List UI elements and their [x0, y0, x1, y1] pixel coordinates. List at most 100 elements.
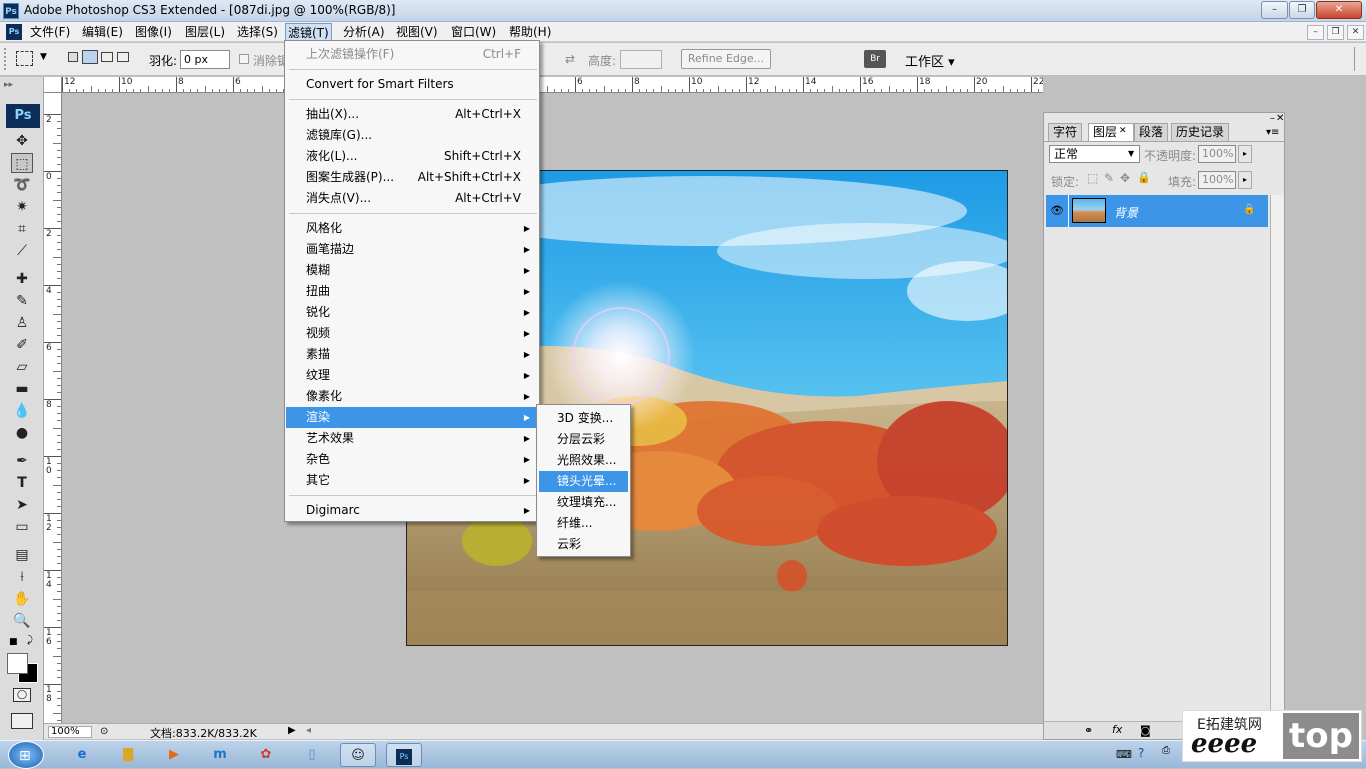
- panel-minimize-icon[interactable]: –: [1270, 113, 1275, 124]
- keyboard-tray-icon[interactable]: ⌨: [1116, 748, 1132, 761]
- swap-colors-icon[interactable]: ⤸: [27, 635, 33, 646]
- render-submenu-item[interactable]: 光照效果...: [539, 450, 628, 471]
- clone-stamp-tool-icon[interactable]: ♙: [11, 313, 33, 333]
- minimize-button[interactable]: –: [1261, 1, 1288, 19]
- users-icon[interactable]: ☺: [340, 743, 376, 767]
- options-grip[interactable]: [4, 48, 8, 70]
- menu-filter[interactable]: 滤镜(T): [285, 23, 332, 41]
- doc-restore-button[interactable]: ❐: [1327, 25, 1344, 40]
- scroll-left-icon[interactable]: ◂: [306, 725, 311, 736]
- filter-menu-item[interactable]: 风格化 ▶: [286, 218, 538, 239]
- history-brush-tool-icon[interactable]: ✐: [11, 335, 33, 355]
- subtract-selection-icon[interactable]: [101, 52, 113, 62]
- panel-menu-icon[interactable]: ▾≡: [1266, 127, 1279, 138]
- render-submenu-item[interactable]: 云彩: [539, 534, 628, 555]
- type-tool-icon[interactable]: T: [11, 473, 33, 493]
- quick-mask-icon[interactable]: ◯: [13, 688, 31, 702]
- menu-view[interactable]: 视图(V): [394, 23, 440, 41]
- refine-edge-button[interactable]: Refine Edge...: [681, 49, 771, 69]
- render-submenu-item[interactable]: 纹理填充...: [539, 492, 628, 513]
- blend-mode-chevron-down-icon[interactable]: ▼: [1128, 149, 1134, 158]
- marquee-tool-icon[interactable]: ⬚: [11, 153, 33, 173]
- opacity-chevron-icon[interactable]: ▸: [1238, 145, 1252, 163]
- eyedropper-tool-icon[interactable]: ⟊: [11, 567, 33, 587]
- menu-image[interactable]: 图像(I): [133, 23, 174, 41]
- filter-menu-item[interactable]: 杂色 ▶: [286, 449, 538, 470]
- lasso-tool-icon[interactable]: ➰: [11, 175, 33, 195]
- menu-analysis[interactable]: 分析(A): [341, 23, 387, 41]
- filter-menu-item[interactable]: 艺术效果 ▶: [286, 428, 538, 449]
- layer-name[interactable]: 背景: [1114, 204, 1138, 221]
- shape-tool-icon[interactable]: ▭: [11, 517, 33, 537]
- slice-tool-icon[interactable]: ⟋: [11, 241, 33, 261]
- brush-tool-icon[interactable]: ✎: [11, 291, 33, 311]
- filter-menu-item[interactable]: 画笔描边 ▶: [286, 239, 538, 260]
- default-colors-icon[interactable]: ■: [9, 637, 18, 647]
- layers-scrollbar[interactable]: [1270, 195, 1284, 723]
- render-submenu-item[interactable]: 3D 变换...: [539, 408, 628, 429]
- path-selection-tool-icon[interactable]: ➤: [11, 495, 33, 515]
- media-player-icon[interactable]: ▶: [156, 743, 192, 767]
- tab-layers[interactable]: 图层: [1088, 123, 1135, 141]
- filter-menu-item[interactable]: 锐化 ▶: [286, 302, 538, 323]
- toolbox-collapse-icon[interactable]: ▸▸: [4, 80, 13, 90]
- filter-menu-item[interactable]: 液化(L)... Shift+Ctrl+X: [286, 146, 538, 167]
- filter-menu-item[interactable]: Convert for Smart Filters: [286, 74, 538, 95]
- filter-menu-item[interactable]: 素描 ▶: [286, 344, 538, 365]
- notes-tool-icon[interactable]: ▤: [11, 545, 33, 565]
- zoom-tool-icon[interactable]: 🔍: [11, 611, 33, 631]
- intersect-selection-icon[interactable]: [117, 52, 129, 62]
- feather-input[interactable]: 0 px: [180, 50, 230, 69]
- gradient-tool-icon[interactable]: ▬: [11, 379, 33, 399]
- menu-help[interactable]: 帮助(H): [507, 23, 553, 41]
- blend-mode-select[interactable]: 正常: [1049, 145, 1140, 163]
- tab-history[interactable]: 历史记录: [1171, 123, 1230, 141]
- tab-character[interactable]: 字符: [1048, 123, 1083, 141]
- layer-style-icon[interactable]: fx: [1112, 723, 1122, 736]
- ruler-left[interactable]: 2 0 2 4 6 8 1 0 1 2 1 4 1 6 1 8: [44, 93, 62, 723]
- menu-edit[interactable]: 编辑(E): [80, 23, 125, 41]
- lock-transparent-icon[interactable]: ⬚: [1087, 171, 1098, 185]
- explorer-icon[interactable]: ▇: [110, 743, 146, 767]
- antialias-checkbox[interactable]: [239, 54, 249, 64]
- status-options-icon[interactable]: ⊙: [100, 726, 108, 737]
- opacity-input[interactable]: 100%: [1198, 145, 1236, 163]
- new-selection-icon[interactable]: [68, 52, 78, 62]
- add-selection-icon[interactable]: [82, 50, 98, 64]
- tab-layers-close-icon[interactable]: ✕: [1119, 126, 1127, 136]
- menu-layer[interactable]: 图层(L): [183, 23, 227, 41]
- filter-menu-item[interactable]: 滤镜库(G)...: [286, 125, 538, 146]
- render-submenu-item[interactable]: 纤维...: [539, 513, 628, 534]
- panel-close-icon[interactable]: ✕: [1276, 113, 1284, 124]
- lock-image-icon[interactable]: ✎: [1104, 171, 1114, 185]
- render-submenu-item[interactable]: 分层云彩: [539, 429, 628, 450]
- picasa-icon[interactable]: ✿: [248, 743, 284, 767]
- filter-menu-item[interactable]: 扭曲 ▶: [286, 281, 538, 302]
- filter-menu-item[interactable]: 消失点(V)... Alt+Ctrl+V: [286, 188, 538, 209]
- notepad-icon[interactable]: ▯: [294, 743, 330, 767]
- help-tray-icon[interactable]: ?: [1138, 746, 1144, 760]
- menu-file[interactable]: 文件(F): [28, 23, 72, 41]
- blur-tool-icon[interactable]: 💧: [11, 401, 33, 421]
- screen-mode-icon[interactable]: [11, 713, 33, 729]
- dodge-tool-icon[interactable]: ●: [11, 423, 33, 443]
- restore-button[interactable]: ❐: [1289, 1, 1315, 19]
- filter-menu-item[interactable]: 像素化 ▶: [286, 386, 538, 407]
- filter-menu-item[interactable]: 纹理 ▶: [286, 365, 538, 386]
- swap-icon[interactable]: ⇄: [565, 52, 575, 66]
- filter-menu-item[interactable]: 视频 ▶: [286, 323, 538, 344]
- layer-visibility-eye-icon[interactable]: 👁: [1050, 204, 1064, 217]
- eraser-tool-icon[interactable]: ▱: [11, 357, 33, 377]
- ruler-origin[interactable]: [44, 77, 62, 93]
- magic-wand-tool-icon[interactable]: ✷: [11, 197, 33, 217]
- bridge-icon[interactable]: Br: [864, 50, 886, 68]
- filter-menu-item[interactable]: 模糊 ▶: [286, 260, 538, 281]
- maxthon-icon[interactable]: m: [202, 743, 238, 767]
- fill-input[interactable]: 100%: [1198, 171, 1236, 189]
- photoshop-icon[interactable]: Ps: [386, 743, 422, 767]
- zoom-field[interactable]: 100%: [48, 726, 92, 738]
- pen-tool-icon[interactable]: ✒: [11, 451, 33, 471]
- close-button[interactable]: ✕: [1316, 1, 1362, 19]
- menu-window[interactable]: 窗口(W): [449, 23, 498, 41]
- start-button[interactable]: ⊞: [8, 741, 44, 769]
